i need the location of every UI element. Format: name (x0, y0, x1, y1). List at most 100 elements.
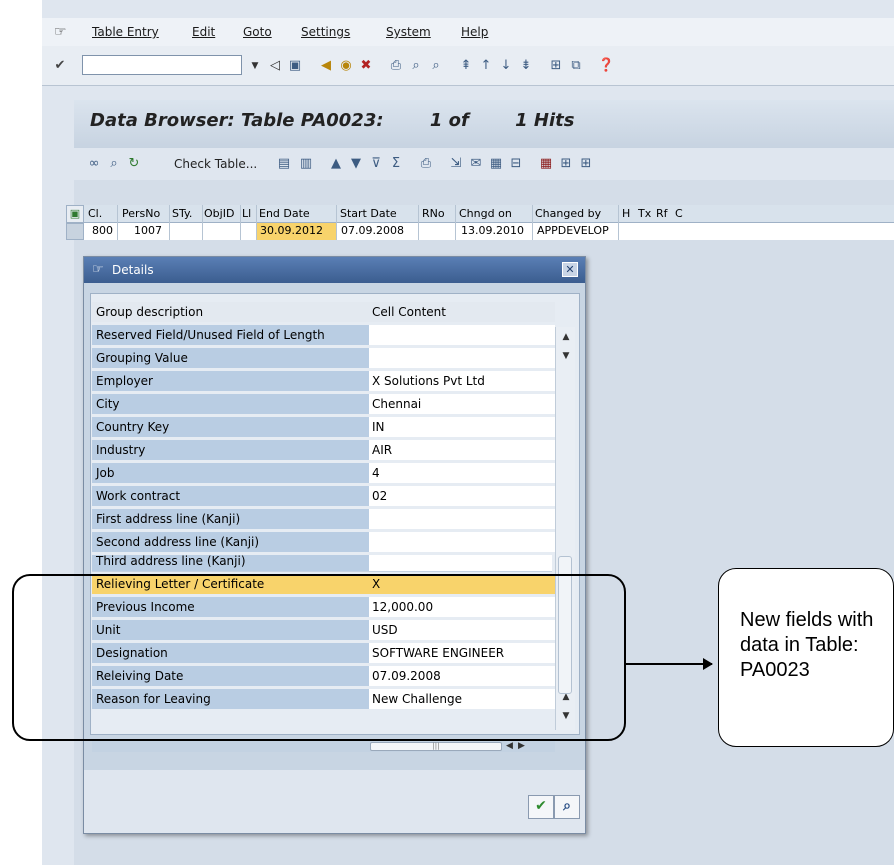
details-row[interactable]: Industry AIR (92, 440, 555, 460)
col-tx[interactable]: Tx (638, 207, 651, 220)
chevron-down-icon[interactable]: ▼ (247, 58, 263, 74)
menu-icon[interactable]: ☞ (54, 24, 67, 40)
details-row[interactable]: Work contract 02 (92, 486, 555, 506)
row-selector[interactable] (66, 223, 84, 240)
col-c[interactable]: C (675, 207, 683, 220)
row-label: Third address line (Kanji) (92, 555, 374, 571)
column-divider (202, 205, 203, 240)
col-end-date[interactable]: End Date (259, 207, 310, 220)
new-session-icon[interactable]: ⊞ (548, 58, 564, 74)
menu-edit[interactable]: Edit (192, 25, 215, 39)
details-row[interactable]: Third address line (Kanji) (92, 555, 552, 572)
col-group-description[interactable]: Group description (92, 302, 374, 322)
row-value: X Solutions Pvt Ltd (369, 371, 555, 391)
print-icon[interactable]: ⎙ (388, 58, 404, 74)
cancel-icon[interactable]: ✖ (358, 58, 374, 74)
scroll-left-icon[interactable]: ◀ (506, 741, 513, 751)
next-page-icon[interactable]: ↓ (498, 58, 514, 74)
horizontal-scroll-thumb[interactable]: ||| (370, 742, 502, 751)
arrow-head (703, 658, 713, 670)
sum-icon[interactable]: Σ (388, 156, 404, 172)
refresh-icon[interactable]: ↻ (126, 156, 142, 172)
mail-icon[interactable]: ✉ (468, 156, 484, 172)
row-value: 4 (369, 463, 555, 483)
col-chngd-on[interactable]: Chngd on (459, 207, 512, 220)
column-divider (618, 205, 619, 240)
details-header-row: Group description Cell Content (92, 302, 555, 322)
details-row[interactable]: Country Key IN (92, 417, 555, 437)
menu-goto[interactable]: Goto (243, 25, 272, 39)
row-value (369, 325, 555, 345)
details-icon[interactable]: ▤ (276, 156, 292, 172)
grid-icon[interactable]: ▦ (538, 156, 554, 172)
find-button[interactable]: ⌕ (554, 795, 580, 819)
check-table-button[interactable]: Check Table... (174, 157, 257, 171)
layout-icon[interactable]: ⊟ (508, 156, 524, 172)
help-icon[interactable]: ❓ (598, 58, 614, 74)
exit-icon[interactable]: ◉ (338, 58, 354, 74)
col-persno[interactable]: PersNo (122, 207, 160, 220)
first-page-icon[interactable]: ⇞ (458, 58, 474, 74)
scroll-up-icon[interactable]: ▲ (559, 330, 573, 344)
row-value: Chennai (369, 394, 555, 414)
dialog-footer (84, 770, 585, 833)
hits-count: 1 of (429, 110, 469, 131)
details-row[interactable]: Job 4 (92, 463, 555, 483)
last-page-icon[interactable]: ⇟ (518, 58, 534, 74)
col-sty[interactable]: STy. (172, 207, 192, 220)
confirm-button[interactable]: ✔ (528, 795, 554, 819)
col-rno[interactable]: RNo (422, 207, 445, 220)
columns-icon[interactable]: ⊞ (558, 156, 574, 172)
col-h[interactable]: H (622, 207, 630, 220)
column-divider (532, 205, 533, 240)
save-icon[interactable]: ▣ (287, 58, 303, 74)
standard-toolbar: ✔ ▼ ◁ ▣ ◀ ◉ ✖ ⎙ ⌕ ⌕ ⇞ ↑ ↓ ⇟ ⊞ ⧉ ❓ (42, 46, 894, 86)
details-row[interactable]: Reserved Field/Unused Field of Length (92, 325, 555, 345)
column-divider (418, 205, 419, 240)
cell-changed-by: APPDEVELOP (537, 224, 609, 237)
find-next-icon[interactable]: ⌕ (428, 58, 444, 74)
table-row[interactable]: 800 1007 30.09.2012 07.09.2008 13.09.201… (84, 223, 894, 240)
col-cell-content[interactable]: Cell Content (369, 302, 555, 322)
details-row[interactable]: City Chennai (92, 394, 555, 414)
rows-icon[interactable]: ⊞ (578, 156, 594, 172)
glasses-icon[interactable]: ∞ (86, 156, 102, 172)
col-client[interactable]: Cl. (88, 207, 102, 220)
sort-descending-icon[interactable]: ▼ (348, 156, 364, 172)
menu-system[interactable]: System (386, 25, 431, 39)
col-start-date[interactable]: Start Date (340, 207, 397, 220)
col-rf[interactable]: Rf (656, 207, 668, 220)
menu-help[interactable]: Help (461, 25, 488, 39)
cell-start-date: 07.09.2008 (341, 224, 404, 237)
col-objid[interactable]: ObjID (204, 207, 234, 220)
row-value (369, 509, 555, 529)
details-row[interactable]: Grouping Value (92, 348, 555, 368)
chevron-left-icon[interactable]: ◁ (267, 58, 283, 74)
details-row[interactable]: Employer X Solutions Pvt Ltd (92, 371, 555, 391)
col-changed-by[interactable]: Changed by (535, 207, 601, 220)
command-field[interactable] (82, 55, 242, 75)
col-ll[interactable]: Ll (242, 207, 251, 220)
menu-table-entry[interactable]: Table Entry (92, 25, 159, 39)
details-row[interactable]: Second address line (Kanji) (92, 532, 555, 552)
find-icon[interactable]: ⌕ (408, 58, 424, 74)
select-all-icon[interactable]: ▣ (66, 205, 84, 223)
spreadsheet-icon[interactable]: ▦ (488, 156, 504, 172)
sort-ascending-icon[interactable]: ▲ (328, 156, 344, 172)
scroll-down-icon[interactable]: ▼ (559, 349, 573, 363)
export-icon[interactable]: ⇲ (448, 156, 464, 172)
shortcut-icon[interactable]: ⧉ (568, 58, 584, 74)
dialog-icon: ☞ (92, 262, 104, 277)
menu-settings[interactable]: Settings (301, 25, 350, 39)
dialog-title-bar[interactable] (84, 257, 585, 283)
back-icon[interactable]: ◀ (318, 58, 334, 74)
previous-page-icon[interactable]: ↑ (478, 58, 494, 74)
enter-icon[interactable]: ✔ (52, 58, 68, 74)
list-icon[interactable]: ▥ (298, 156, 314, 172)
close-icon[interactable]: ✕ (562, 262, 578, 277)
scroll-right-icon[interactable]: ▶ (518, 741, 525, 751)
filter-icon[interactable]: ⊽ (368, 156, 384, 172)
details-row[interactable]: First address line (Kanji) (92, 509, 555, 529)
display-icon[interactable]: ⌕ (106, 156, 122, 172)
print-preview-icon[interactable]: ⎙ (418, 156, 434, 172)
